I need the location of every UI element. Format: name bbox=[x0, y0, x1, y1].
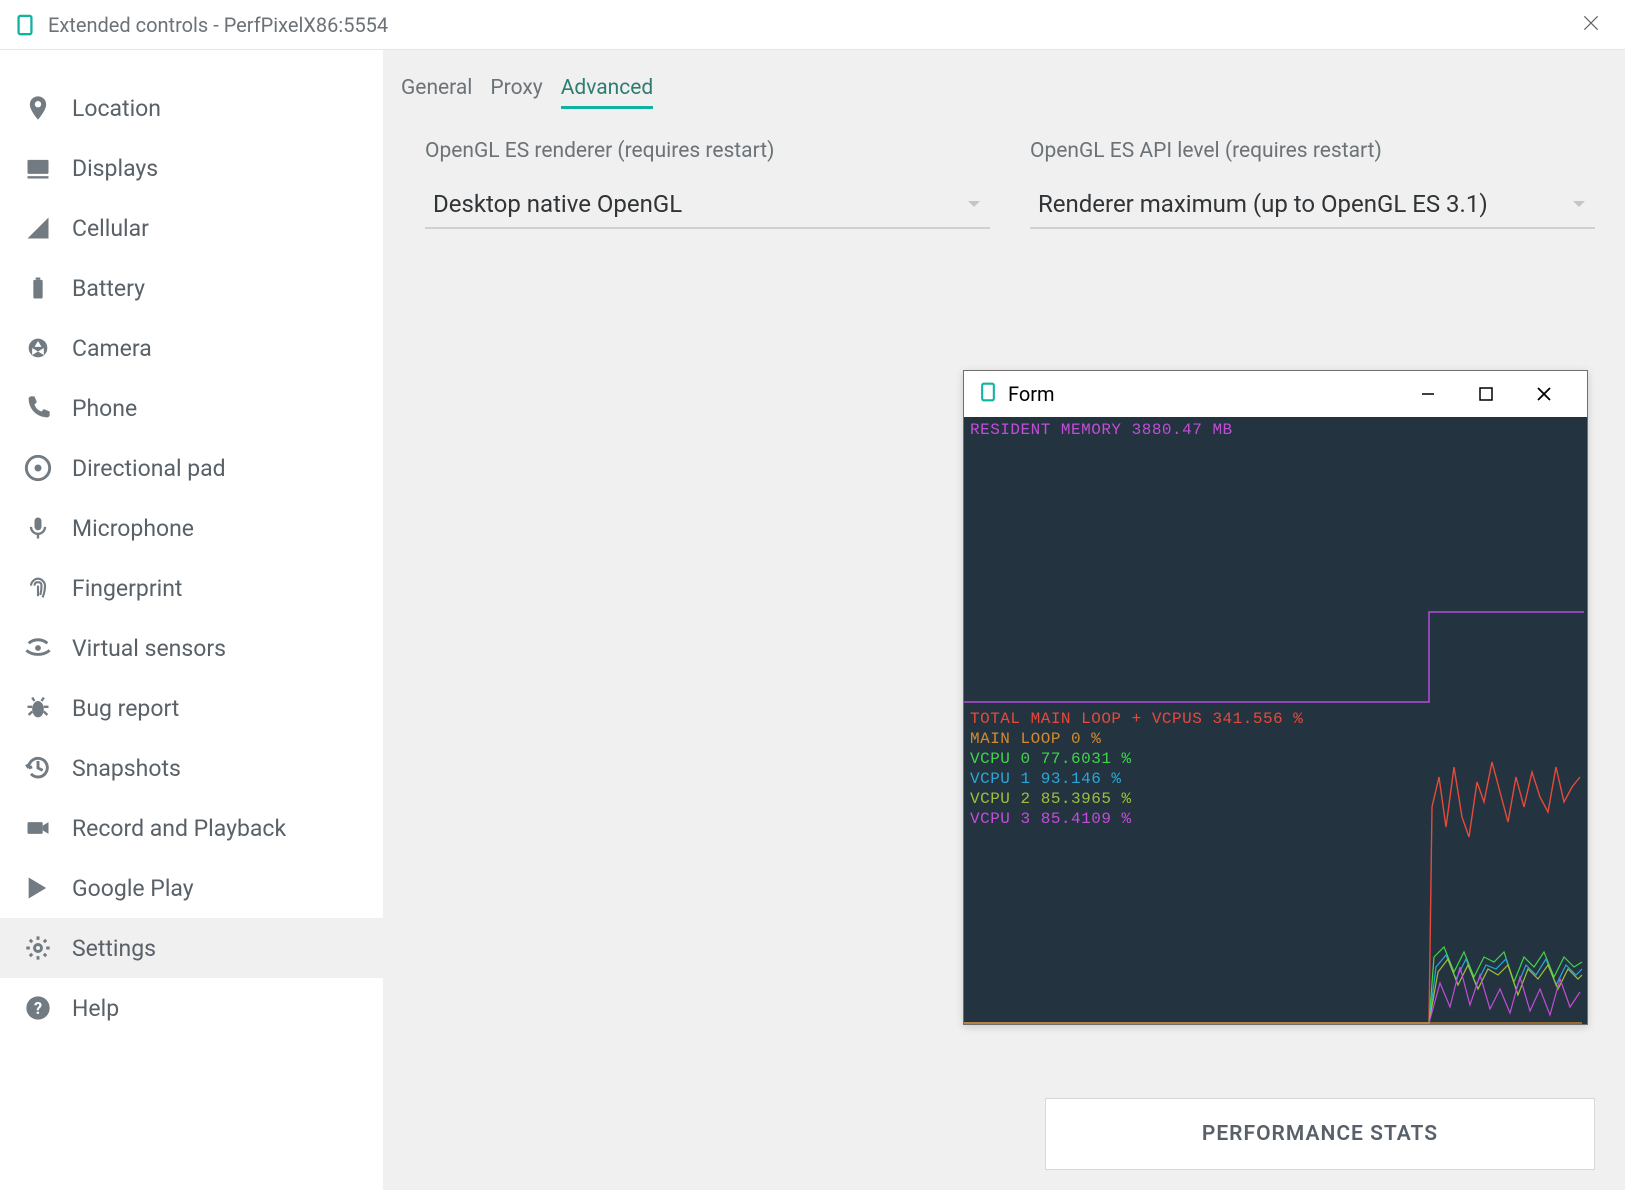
sidebar-item-settings[interactable]: Settings bbox=[0, 918, 383, 978]
tab-general[interactable]: General bbox=[401, 76, 472, 109]
sidebar-item-label: Battery bbox=[72, 275, 145, 302]
sidebar-item-displays[interactable]: Displays bbox=[0, 138, 383, 198]
sidebar-item-label: Camera bbox=[72, 335, 152, 362]
help-icon: ? bbox=[20, 990, 56, 1026]
close-button[interactable] bbox=[1515, 374, 1573, 414]
titlebar[interactable]: Extended controls - PerfPixelX86:5554 bbox=[0, 0, 1625, 50]
sidebar-item-record[interactable]: Record and Playback bbox=[0, 798, 383, 858]
memory-chart bbox=[964, 417, 1584, 707]
displays-icon bbox=[20, 150, 56, 186]
sidebar-item-fingerprint[interactable]: Fingerprint bbox=[0, 558, 383, 618]
svg-text:?: ? bbox=[34, 999, 42, 1018]
sidebar-item-dpad[interactable]: Directional pad bbox=[0, 438, 383, 498]
form-title: Form bbox=[1008, 382, 1055, 406]
sidebar-item-bugreport[interactable]: Bug report bbox=[0, 678, 383, 738]
sidebar-item-label: Settings bbox=[72, 935, 156, 962]
sidebar-item-label: Displays bbox=[72, 155, 158, 182]
minimize-button[interactable] bbox=[1399, 374, 1457, 414]
renderer-dropdown[interactable]: Desktop native OpenGL bbox=[425, 181, 990, 229]
perf-button-label: PERFORMANCE STATS bbox=[1202, 1122, 1438, 1146]
tab-advanced[interactable]: Advanced bbox=[561, 76, 654, 109]
app-icon bbox=[14, 14, 36, 36]
maximize-button[interactable] bbox=[1457, 374, 1515, 414]
snapshots-icon bbox=[20, 750, 56, 786]
gear-icon bbox=[20, 930, 56, 966]
sidebar-item-label: Location bbox=[72, 95, 161, 122]
fingerprint-icon bbox=[20, 570, 56, 606]
tab-proxy[interactable]: Proxy bbox=[490, 76, 542, 109]
play-icon bbox=[20, 870, 56, 906]
microphone-icon bbox=[20, 510, 56, 546]
form-titlebar[interactable]: Form bbox=[964, 371, 1587, 417]
location-icon bbox=[20, 90, 56, 126]
form-window[interactable]: Form RESIDENT MEMORY 3880.47 MB TOTAL MA… bbox=[963, 370, 1588, 1025]
bug-icon bbox=[20, 690, 56, 726]
sidebar-item-microphone[interactable]: Microphone bbox=[0, 498, 383, 558]
sidebar-item-label: Google Play bbox=[72, 875, 194, 902]
phone-icon bbox=[20, 390, 56, 426]
sidebar-item-label: Cellular bbox=[72, 215, 149, 242]
api-value: Renderer maximum (up to OpenGL ES 3.1) bbox=[1038, 190, 1488, 218]
api-dropdown[interactable]: Renderer maximum (up to OpenGL ES 3.1) bbox=[1030, 181, 1595, 229]
battery-icon bbox=[20, 270, 56, 306]
sidebar-item-label: Microphone bbox=[72, 515, 194, 542]
sidebar-item-label: Record and Playback bbox=[72, 815, 286, 842]
sidebar-item-snapshots[interactable]: Snapshots bbox=[0, 738, 383, 798]
camera-icon bbox=[20, 330, 56, 366]
close-button[interactable] bbox=[1571, 6, 1611, 44]
app-icon bbox=[978, 382, 998, 407]
sidebar-item-phone[interactable]: Phone bbox=[0, 378, 383, 438]
tabs: General Proxy Advanced bbox=[395, 76, 1595, 109]
sidebar-item-help[interactable]: ? Help bbox=[0, 978, 383, 1038]
sidebar-item-label: Phone bbox=[72, 395, 137, 422]
sidebar-item-label: Directional pad bbox=[72, 455, 226, 482]
performance-stats-button[interactable]: PERFORMANCE STATS bbox=[1045, 1098, 1595, 1170]
sidebar-item-battery[interactable]: Battery bbox=[0, 258, 383, 318]
performance-graph: RESIDENT MEMORY 3880.47 MB TOTAL MAIN LO… bbox=[964, 417, 1587, 1024]
sidebar-item-label: Snapshots bbox=[72, 755, 181, 782]
sidebar-item-label: Virtual sensors bbox=[72, 635, 226, 662]
chevron-down-icon bbox=[1571, 195, 1587, 214]
renderer-label: OpenGL ES renderer (requires restart) bbox=[425, 139, 990, 163]
renderer-value: Desktop native OpenGL bbox=[433, 190, 682, 218]
dpad-icon bbox=[20, 450, 56, 486]
sidebar-item-googleplay[interactable]: Google Play bbox=[0, 858, 383, 918]
sidebar-item-label: Fingerprint bbox=[72, 575, 182, 602]
content-pane: General Proxy Advanced OpenGL ES rendere… bbox=[383, 50, 1625, 1190]
sidebar-item-location[interactable]: Location bbox=[0, 78, 383, 138]
sidebar-item-sensors[interactable]: Virtual sensors bbox=[0, 618, 383, 678]
chevron-down-icon bbox=[966, 195, 982, 214]
sidebar-item-camera[interactable]: Camera bbox=[0, 318, 383, 378]
sensors-icon bbox=[20, 630, 56, 666]
sidebar: Location Displays Cellular Battery Camer… bbox=[0, 50, 383, 1190]
api-label: OpenGL ES API level (requires restart) bbox=[1030, 139, 1595, 163]
window-title: Extended controls - PerfPixelX86:5554 bbox=[48, 13, 388, 37]
sidebar-item-label: Help bbox=[72, 995, 119, 1022]
cpu-chart bbox=[964, 707, 1584, 1024]
cellular-icon bbox=[20, 210, 56, 246]
sidebar-item-cellular[interactable]: Cellular bbox=[0, 198, 383, 258]
sidebar-item-label: Bug report bbox=[72, 695, 179, 722]
record-icon bbox=[20, 810, 56, 846]
